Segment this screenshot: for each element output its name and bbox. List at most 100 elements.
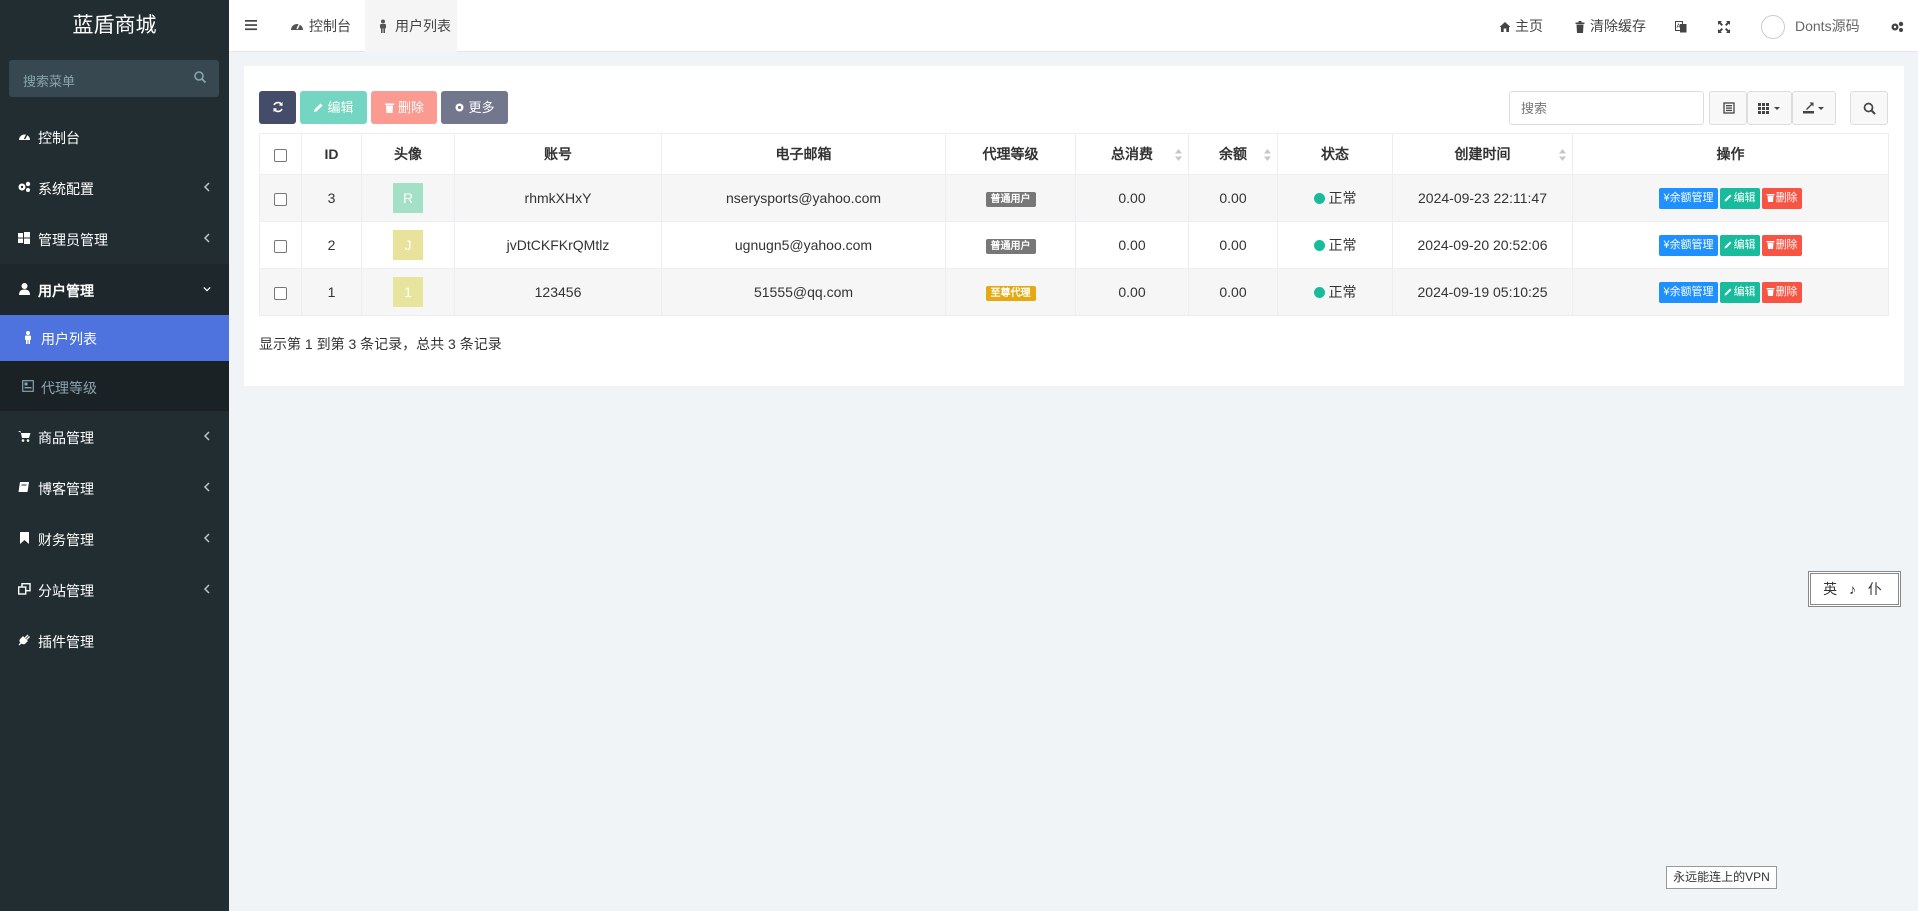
cell-total-spend: 0.00 bbox=[1075, 221, 1189, 269]
refresh-icon bbox=[272, 101, 283, 113]
cell-actions: ¥余额管理 编辑 删除 bbox=[1572, 174, 1889, 222]
delete-button[interactable]: 删除 bbox=[371, 91, 437, 124]
cogs-icon bbox=[17, 180, 31, 194]
bookmark-icon bbox=[17, 531, 31, 545]
menu-toggle-icon[interactable] bbox=[244, 18, 258, 32]
male-icon bbox=[21, 330, 35, 344]
cart-icon bbox=[17, 429, 31, 443]
avatar[interactable] bbox=[1761, 15, 1785, 39]
delete-label: 删除 bbox=[397, 100, 424, 115]
list-view-icon bbox=[1723, 102, 1735, 114]
vpn-ad-tag[interactable]: 永远能连上的VPN bbox=[1666, 866, 1777, 889]
sidebar-item-system-config[interactable]: 系统配置 bbox=[0, 162, 229, 213]
row-edit-button[interactable]: 编辑 bbox=[1719, 187, 1760, 209]
cell-id: 3 bbox=[301, 174, 362, 222]
cell-balance: 0.00 bbox=[1188, 268, 1278, 316]
user-avatar[interactable]: R bbox=[393, 183, 423, 213]
sort-icon bbox=[1559, 149, 1566, 161]
export-button[interactable] bbox=[1792, 91, 1836, 125]
table-search-input[interactable] bbox=[1509, 91, 1704, 125]
sidebar-item-products[interactable]: 商品管理 bbox=[0, 411, 229, 462]
balance-manage-button[interactable]: ¥余额管理 bbox=[1659, 187, 1718, 209]
home-link[interactable]: 主页 bbox=[1499, 0, 1543, 52]
cell-id: 1 bbox=[301, 268, 362, 316]
status-dot-icon bbox=[1313, 240, 1325, 251]
more-button[interactable]: 更多 bbox=[441, 91, 508, 124]
refresh-button[interactable] bbox=[259, 91, 296, 124]
book-icon bbox=[17, 480, 31, 494]
sidebar-search[interactable]: 搜索菜单 bbox=[9, 60, 219, 97]
user-menu[interactable]: Donts源码 bbox=[1795, 0, 1860, 52]
sidebar-item-label: 系统配置 bbox=[38, 181, 94, 197]
columns-button[interactable] bbox=[1747, 91, 1792, 125]
gear-icon bbox=[455, 103, 464, 112]
row-edit-button[interactable]: 编辑 bbox=[1719, 281, 1760, 303]
header-balance[interactable]: 余额 bbox=[1188, 133, 1278, 175]
balance-manage-button[interactable]: ¥余额管理 bbox=[1659, 234, 1718, 256]
pencil-icon bbox=[1724, 288, 1732, 295]
clear-cache-button[interactable]: 清除缓存 bbox=[1574, 0, 1646, 52]
windows-icon bbox=[17, 231, 31, 245]
header-created[interactable]: 创建时间 bbox=[1392, 133, 1573, 175]
sidebar-item-user-list[interactable]: 用户列表 bbox=[0, 315, 229, 361]
header-agent-level: 代理等级 bbox=[945, 133, 1076, 175]
row-edit-button[interactable]: 编辑 bbox=[1719, 234, 1760, 256]
header-balance-label: 余额 bbox=[1219, 146, 1247, 162]
sidebar-item-user-management[interactable]: 用户管理 bbox=[0, 264, 229, 315]
sidebar-item-dashboard[interactable]: 控制台 bbox=[0, 111, 229, 162]
sort-icon bbox=[1264, 149, 1271, 161]
status-label[interactable]: 正常 bbox=[1329, 190, 1357, 206]
action-label: 余额管理 bbox=[1669, 285, 1714, 298]
home-label: 主页 bbox=[1515, 18, 1543, 34]
user-icon bbox=[17, 282, 31, 296]
sidebar-item-plugins[interactable]: 插件管理 bbox=[0, 615, 229, 666]
trash-icon bbox=[1766, 193, 1775, 202]
status-label[interactable]: 正常 bbox=[1329, 284, 1357, 300]
row-delete-button[interactable]: 删除 bbox=[1761, 234, 1802, 256]
user-avatar[interactable]: J bbox=[393, 230, 423, 260]
edit-button[interactable]: 编辑 bbox=[300, 91, 367, 124]
sidebar-item-substation[interactable]: 分站管理 bbox=[0, 564, 229, 615]
user-avatar[interactable]: 1 bbox=[393, 277, 423, 307]
tab-dashboard[interactable]: 控制台 bbox=[279, 0, 361, 52]
action-label: 编辑 bbox=[1733, 285, 1756, 298]
table-row: 3 RrhmkXHxY nserysports@yahoo.com 普通用户 0.00 0… bbox=[259, 174, 1889, 222]
action-label: 余额管理 bbox=[1669, 238, 1714, 251]
table-header-row: ID 头像 账号 电子邮箱 代理等级 总消费 余额 状态 创建时间 操作 bbox=[259, 133, 1889, 175]
select-all-checkbox[interactable] bbox=[274, 148, 287, 162]
edit-label: 编辑 bbox=[327, 100, 354, 115]
chevron-left-icon bbox=[203, 431, 210, 441]
sidebar-item-agent-level[interactable]: 代理等级 bbox=[0, 361, 229, 411]
translate-button[interactable]: A bbox=[1675, 0, 1691, 52]
row-checkbox[interactable] bbox=[274, 286, 287, 300]
header-status: 状态 bbox=[1277, 133, 1393, 175]
header-total-spend[interactable]: 总消费 bbox=[1075, 133, 1189, 175]
balance-manage-button[interactable]: ¥余额管理 bbox=[1659, 281, 1718, 303]
sidebar-item-finance[interactable]: 财务管理 bbox=[0, 513, 229, 564]
cell-balance: 0.00 bbox=[1188, 221, 1278, 269]
sidebar-item-blog[interactable]: 博客管理 bbox=[0, 462, 229, 513]
status-label[interactable]: 正常 bbox=[1329, 237, 1357, 253]
sidebar-search-placeholder: 搜索菜单 bbox=[23, 74, 76, 89]
toggle-view-button[interactable] bbox=[1709, 91, 1747, 125]
chevron-left-icon bbox=[203, 233, 210, 243]
cell-status: 正常 bbox=[1277, 221, 1393, 269]
row-checkbox[interactable] bbox=[274, 239, 287, 253]
row-checkbox[interactable] bbox=[274, 192, 287, 206]
dashboard-icon bbox=[17, 129, 31, 143]
brand-logo[interactable]: 蓝盾商城 bbox=[0, 0, 229, 52]
language-widget[interactable]: 英 ♪ 仆 bbox=[1808, 571, 1901, 607]
user-table: ID 头像 账号 电子邮箱 代理等级 总消费 余额 状态 创建时间 操作 3 Rr… bbox=[259, 133, 1889, 316]
settings-button[interactable] bbox=[1890, 0, 1906, 52]
advanced-search-button[interactable] bbox=[1850, 91, 1888, 125]
header-id[interactable]: ID bbox=[301, 133, 362, 175]
row-delete-button[interactable]: 删除 bbox=[1761, 281, 1802, 303]
cell-balance: 0.00 bbox=[1188, 174, 1278, 222]
cell-agent-level: 至尊代理 bbox=[945, 268, 1076, 316]
tab-user-list[interactable]: 用户列表 bbox=[365, 0, 457, 52]
fullscreen-button[interactable] bbox=[1718, 0, 1734, 52]
sidebar-item-admin[interactable]: 管理员管理 bbox=[0, 213, 229, 264]
select-all-cell bbox=[259, 133, 302, 175]
row-delete-button[interactable]: 删除 bbox=[1761, 187, 1802, 209]
sidebar-item-label: 用户管理 bbox=[38, 283, 94, 299]
